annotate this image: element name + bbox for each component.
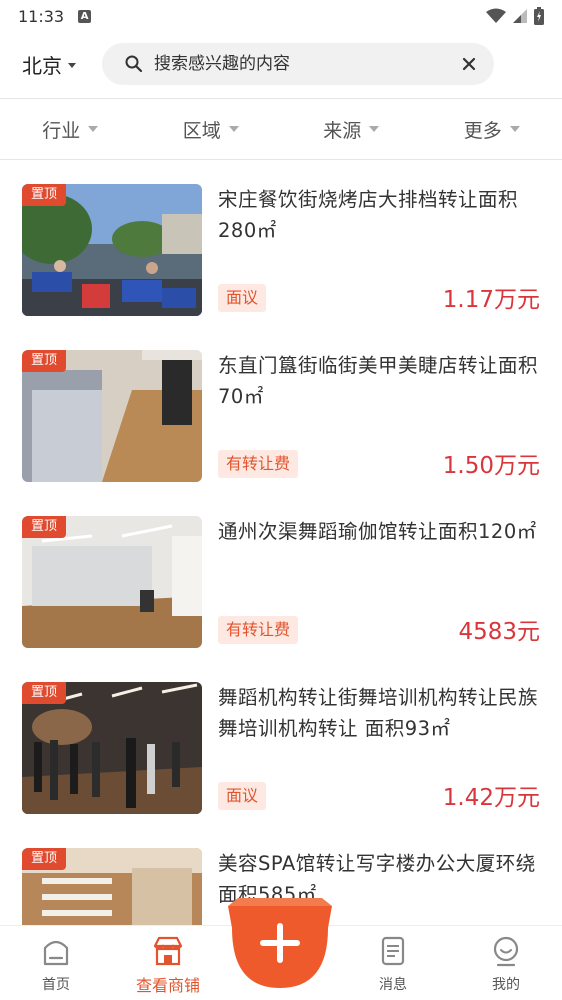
home-icon <box>43 940 69 966</box>
filter-label: 区域 <box>182 119 221 142</box>
listing-title: 宋庄餐饮街烧烤店大排档转让面积280㎡ <box>218 188 519 242</box>
list-item[interactable]: 置顶 东直门簋街临街美甲美睫店转让面积70㎡ 有转让费 1.50万元 <box>0 326 562 492</box>
filter-bar: 行业 区域 来源 更多 <box>0 98 562 160</box>
status-icons <box>486 7 544 25</box>
signal-icon <box>513 9 527 23</box>
listing-title: 东直门簋街临街美甲美睫店转让面积70㎡ <box>218 354 539 408</box>
pinned-badge: 置顶 <box>22 184 66 206</box>
filter-industry[interactable]: 行业 <box>0 99 141 159</box>
chevron-down-icon <box>369 126 380 132</box>
publish-plus-button[interactable] <box>224 888 336 1000</box>
pinned-badge: 置顶 <box>22 682 66 704</box>
filter-region[interactable]: 区域 <box>141 99 282 159</box>
filter-more[interactable]: 更多 <box>422 99 562 159</box>
battery-icon <box>534 7 544 25</box>
notification-a-icon: A <box>78 9 92 23</box>
shop-icon <box>153 936 183 966</box>
nav-shops[interactable]: 查看商铺 <box>128 934 208 996</box>
message-icon <box>381 936 405 966</box>
close-icon[interactable] <box>458 53 480 75</box>
search-header: 北京 <box>0 40 562 88</box>
filter-label: 更多 <box>463 119 502 142</box>
nav-label: 我的 <box>492 977 520 993</box>
listing-title: 通州次渠舞蹈瑜伽馆转让面积120㎡ <box>218 520 537 543</box>
search-input[interactable] <box>154 54 458 74</box>
shop-listing: 置顶 宋庄餐饮街烧烤店大排档转让面积280㎡ 面议 1.17万元 置顶 东直门簋… <box>0 160 562 925</box>
nav-home[interactable]: 首页 <box>16 934 96 996</box>
listing-price: 1.42万元 <box>442 785 540 811</box>
chevron-down-icon <box>68 62 76 68</box>
listing-price: 4583元 <box>458 619 540 645</box>
chevron-down-icon <box>228 126 239 132</box>
price-tag: 面议 <box>218 782 267 810</box>
listing-price: 1.50万元 <box>442 453 540 479</box>
pinned-badge: 置顶 <box>22 516 66 538</box>
city-selector[interactable]: 北京 <box>22 50 76 79</box>
nav-mine[interactable]: 我的 <box>466 934 546 996</box>
chevron-down-icon <box>88 126 99 132</box>
filter-label: 来源 <box>323 119 362 142</box>
price-tag: 有转让费 <box>218 616 299 644</box>
filter-source[interactable]: 来源 <box>281 99 422 159</box>
nav-label: 查看商铺 <box>135 976 200 995</box>
nav-label: 首页 <box>42 977 70 993</box>
price-tag: 面议 <box>218 284 267 312</box>
city-label: 北京 <box>22 53 62 78</box>
user-icon <box>493 936 519 967</box>
list-item[interactable]: 置顶 通州次渠舞蹈瑜伽馆转让面积120㎡ 有转让费 4583元 <box>0 492 562 658</box>
listing-title: 舞蹈机构转让街舞培训机构转让民族舞培训机构转让 面积93㎡ <box>218 686 539 740</box>
status-bar: 11:33 A <box>0 0 562 32</box>
status-time: 11:33 <box>18 6 65 26</box>
pinned-badge: 置顶 <box>22 350 66 372</box>
nav-messages[interactable]: 消息 <box>353 934 433 996</box>
wifi-icon <box>486 8 506 23</box>
search-icon <box>125 55 143 73</box>
list-item[interactable]: 置顶 宋庄餐饮街烧烤店大排档转让面积280㎡ 面议 1.17万元 <box>0 160 562 326</box>
nav-label: 消息 <box>379 977 407 993</box>
chevron-down-icon <box>509 126 520 132</box>
list-item[interactable]: 置顶 舞蹈机构转让街舞培训机构转让民族舞培训机构转让 面积93㎡ 面议 1.42… <box>0 658 562 824</box>
filter-label: 行业 <box>42 119 81 142</box>
pinned-badge: 置顶 <box>22 848 66 870</box>
search-box[interactable] <box>102 43 494 85</box>
listing-price: 1.17万元 <box>442 287 540 313</box>
price-tag: 有转让费 <box>218 450 299 478</box>
